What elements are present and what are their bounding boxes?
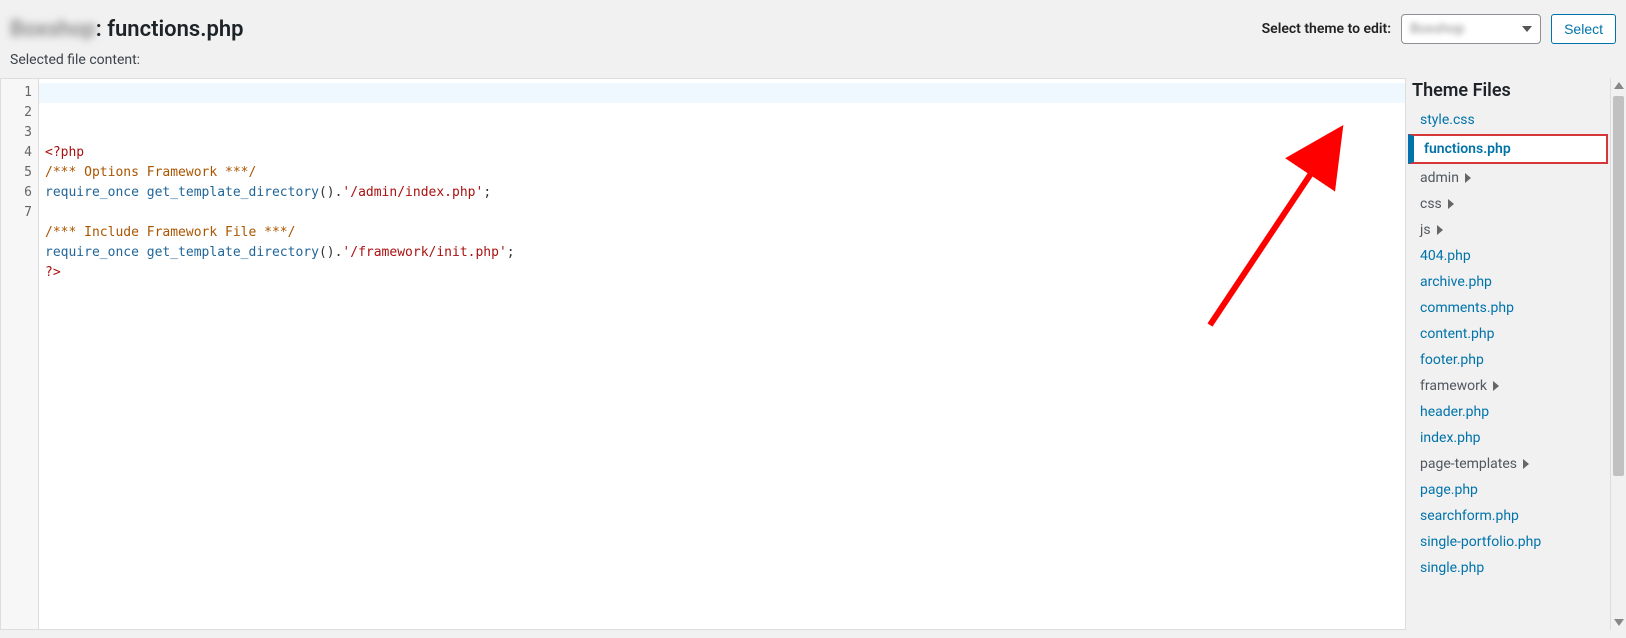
file-label: functions.php [1424,141,1511,157]
theme-file-item[interactable]: page.php [1406,477,1610,503]
chevron-down-icon [1522,26,1532,32]
line-number: 4 [1,143,32,163]
selected-file-content-label: Selected file content: [0,52,1626,78]
theme-file-item[interactable]: archive.php [1406,269,1610,295]
file-label: searchform.php [1420,508,1519,524]
folder-label: framework [1420,378,1487,394]
line-number: 2 [1,103,32,123]
theme-file-item[interactable]: 404.php [1406,243,1610,269]
theme-name: Boxshop [10,17,96,42]
theme-files-list[interactable]: style.css functions.php admin css js 404.php a… [1406,107,1610,630]
theme-file-item[interactable]: footer.php [1406,347,1610,373]
file-label: single.php [1420,560,1484,576]
theme-folder-item[interactable]: page-templates [1406,451,1610,477]
theme-folder-item[interactable]: js [1406,217,1610,243]
file-label: single-portfolio.php [1420,534,1541,550]
code-editor[interactable]: 1234567 <?php/*** Options Framework ***/… [0,78,1406,630]
file-label: 404.php [1420,248,1471,264]
folder-label: js [1420,222,1431,238]
select-button[interactable]: Select [1551,14,1616,44]
code-line[interactable]: /*** Options Framework ***/ [45,163,1399,183]
theme-file-item[interactable]: index.php [1406,425,1610,451]
active-line-highlight [39,83,1405,103]
current-filename: functions.php [107,17,243,42]
file-label: index.php [1420,430,1481,446]
code-line[interactable]: require_once get_template_directory().'/… [45,183,1399,203]
theme-select-dropdown[interactable]: Boxshop [1401,14,1541,44]
folder-expand-icon [1465,173,1471,183]
theme-file-item[interactable]: content.php [1406,321,1610,347]
line-number-gutter: 1234567 [1,79,39,629]
theme-folder-item[interactable]: framework [1406,373,1610,399]
file-label: footer.php [1420,352,1484,368]
theme-files-heading: Theme Files [1406,78,1610,107]
code-line[interactable]: /*** Include Framework File ***/ [45,223,1399,243]
code-line[interactable]: require_once get_template_directory().'/… [45,243,1399,263]
line-number: 3 [1,123,32,143]
scroll-up-icon[interactable] [1614,82,1624,89]
folder-expand-icon [1437,225,1443,235]
line-number: 6 [1,183,32,203]
line-number: 7 [1,203,32,223]
code-line[interactable] [45,203,1399,223]
theme-file-item[interactable]: single-portfolio.php [1406,529,1610,555]
scroll-down-icon[interactable] [1614,619,1624,626]
page-title: Boxshop: functions.php [10,17,244,42]
file-label: header.php [1420,404,1489,420]
folder-expand-icon [1523,459,1529,469]
folder-label: css [1420,196,1442,212]
theme-file-item[interactable]: functions.php [1408,134,1608,164]
code-line[interactable]: <?php [45,143,1399,163]
file-label: content.php [1420,326,1494,342]
file-label: page.php [1420,482,1478,498]
theme-file-item[interactable]: comments.php [1406,295,1610,321]
file-label: style.css [1420,112,1475,128]
file-label: comments.php [1420,300,1514,316]
theme-select-value: Boxshop [1410,21,1464,37]
theme-file-item[interactable]: single.php [1406,555,1610,581]
sidebar-scrollbar[interactable] [1610,78,1626,630]
folder-label: admin [1420,170,1459,186]
theme-file-item[interactable]: style.css [1406,107,1610,133]
code-line[interactable]: ?> [45,263,1399,283]
line-number: 5 [1,163,32,183]
scrollbar-thumb[interactable] [1613,96,1624,476]
file-label: archive.php [1420,274,1492,290]
theme-file-item[interactable]: header.php [1406,399,1610,425]
folder-label: page-templates [1420,456,1517,472]
select-theme-label: Select theme to edit: [1262,21,1391,37]
folder-expand-icon [1493,381,1499,391]
theme-folder-item[interactable]: css [1406,191,1610,217]
theme-folder-item[interactable]: admin [1406,165,1610,191]
code-area[interactable]: <?php/*** Options Framework ***/require_… [39,79,1405,629]
line-number: 1 [1,83,32,103]
folder-expand-icon [1448,199,1454,209]
theme-file-item[interactable]: searchform.php [1406,503,1610,529]
